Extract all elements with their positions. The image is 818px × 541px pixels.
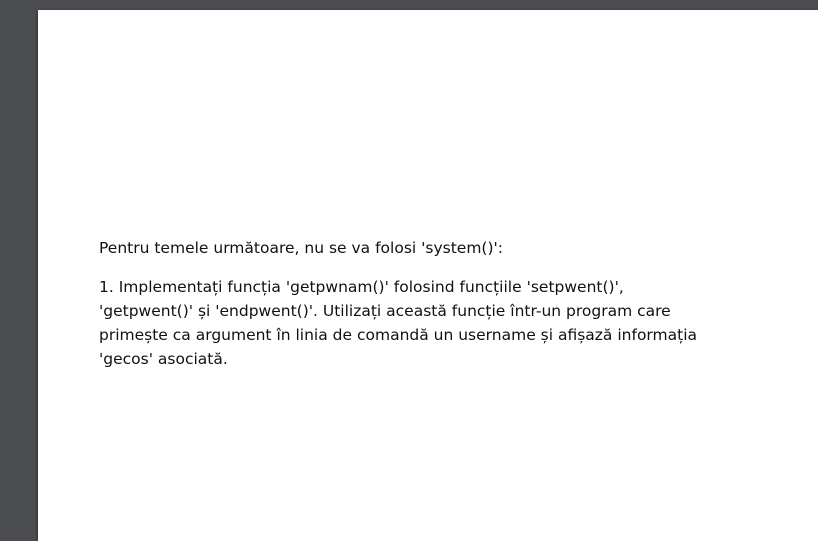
document-page: Pentru temele următoare, nu se va folosi… (38, 10, 818, 541)
task-1-line: primește ca argument în linia de comandă… (99, 326, 698, 344)
task-1-paragraph: 1. Implementați funcția 'getpwnam()' fol… (99, 275, 759, 371)
task-1-line: 'gecos' asociată. (99, 350, 228, 368)
page-content: Pentru temele următoare, nu se va folosi… (99, 236, 759, 371)
task-1-line: 'getpwent()' și 'endpwent()'. Utilizați … (99, 302, 671, 320)
document-viewer: Pentru temele următoare, nu se va folosi… (0, 0, 818, 541)
task-1-line: 1. Implementați funcția 'getpwnam()' fol… (99, 278, 624, 296)
intro-paragraph: Pentru temele următoare, nu se va folosi… (99, 239, 503, 257)
